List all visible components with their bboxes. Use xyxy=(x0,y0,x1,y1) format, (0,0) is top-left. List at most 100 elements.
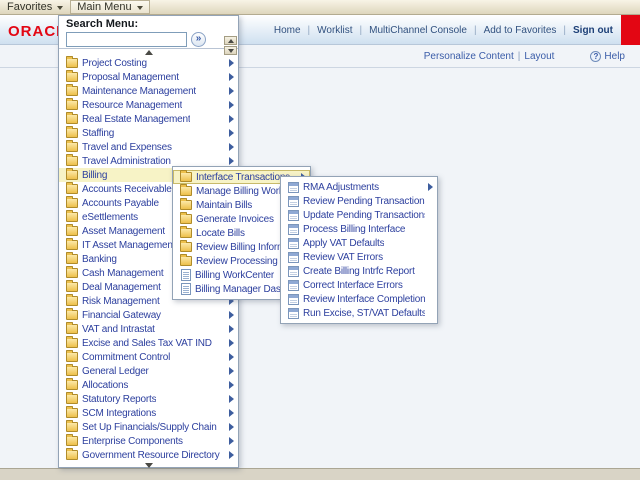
page-icon xyxy=(288,182,299,193)
menu-item-proposal-management[interactable]: Proposal Management xyxy=(59,70,238,84)
triangle-down-icon xyxy=(145,463,153,468)
menu-item-label: SCM Integrations xyxy=(82,408,156,419)
menu-scroll-up-button[interactable] xyxy=(224,36,237,45)
menu-item-label: Set Up Financials/Supply Chain xyxy=(82,422,217,433)
submenu-arrow-icon xyxy=(229,409,234,417)
submenu-arrow-icon xyxy=(229,381,234,389)
menu-item-label: Resource Management xyxy=(82,100,182,111)
folder-icon xyxy=(66,142,78,152)
menu-item-label: Create Billing Intrfc Report xyxy=(303,266,415,277)
favorites-menu[interactable]: Favorites xyxy=(0,0,70,14)
folder-icon xyxy=(180,242,192,252)
menu-item-review-vat-errors[interactable]: Review VAT Errors xyxy=(281,250,437,264)
nav-worklist-link[interactable]: Worklist xyxy=(317,25,352,36)
menu-item-create-billing-intrfc-report[interactable]: Create Billing Intrfc Report xyxy=(281,264,437,278)
menu-item-label: Accounts Receivable xyxy=(82,184,172,195)
menu-item-label: Statutory Reports xyxy=(82,394,156,405)
favorites-menu-label: Favorites xyxy=(7,1,52,13)
search-menu-input[interactable] xyxy=(66,32,187,47)
menu-item-statutory-reports[interactable]: Statutory Reports xyxy=(59,392,238,406)
menu-scroll-up-indicator[interactable] xyxy=(59,49,238,56)
menu-item-label: Review Interface Completions xyxy=(303,294,425,305)
folder-icon xyxy=(66,450,78,460)
menu-item-general-ledger[interactable]: General Ledger xyxy=(59,364,238,378)
personalize-content-link[interactable]: Personalize Content xyxy=(424,51,514,62)
menu-item-vat-and-intrastat[interactable]: VAT and Intrastat xyxy=(59,322,238,336)
submenu-arrow-icon xyxy=(428,183,433,191)
submenu-arrow-icon xyxy=(229,143,234,151)
caret-down-icon xyxy=(137,6,143,10)
menu-item-apply-vat-defaults[interactable]: Apply VAT Defaults xyxy=(281,236,437,250)
main-menu[interactable]: Main Menu xyxy=(70,0,149,14)
menu-item-label: Maintenance Management xyxy=(82,86,196,97)
menu-item-project-costing[interactable]: Project Costing xyxy=(59,56,238,70)
personalize-group: Personalize Content|Layout xyxy=(424,51,555,62)
menu-item-label: Cash Management xyxy=(82,268,164,279)
menu-item-label: Government Resource Directory xyxy=(82,450,220,461)
search-go-button[interactable]: » xyxy=(191,32,206,47)
menu-item-rma-adjustments[interactable]: RMA Adjustments xyxy=(281,180,437,194)
sign-out-link[interactable]: Sign out xyxy=(573,25,613,36)
folder-icon xyxy=(66,310,78,320)
menu-item-staffing[interactable]: Staffing xyxy=(59,126,238,140)
menu-item-label: eSettlements xyxy=(82,212,138,223)
menu-item-review-pending-transactions[interactable]: Review Pending Transactions xyxy=(281,194,437,208)
help-link[interactable]: ? Help xyxy=(590,51,625,62)
menu-item-real-estate-management[interactable]: Real Estate Management xyxy=(59,112,238,126)
menu-item-update-pending-transactions[interactable]: Update Pending Transactions xyxy=(281,208,437,222)
folder-icon xyxy=(66,198,78,208)
nav-separator: | xyxy=(308,25,311,36)
menu-item-allocations[interactable]: Allocations xyxy=(59,378,238,392)
folder-icon xyxy=(180,186,192,196)
menu-item-enterprise-components[interactable]: Enterprise Components xyxy=(59,434,238,448)
menu-item-label: Real Estate Management xyxy=(82,114,190,125)
menu-item-label: Deal Management xyxy=(82,282,161,293)
folder-icon xyxy=(66,128,78,138)
menu-item-label: Generate Invoices xyxy=(196,214,274,225)
submenu-arrow-icon xyxy=(229,311,234,319)
menu-item-label: Financial Gateway xyxy=(82,310,161,321)
menu-scroll-down-indicator[interactable] xyxy=(59,462,238,469)
menu-item-commitment-control[interactable]: Commitment Control xyxy=(59,350,238,364)
menu-item-label: Locate Bills xyxy=(196,228,245,239)
menu-item-travel-and-expenses[interactable]: Travel and Expenses xyxy=(59,140,238,154)
menu-item-review-interface-completions[interactable]: Review Interface Completions xyxy=(281,292,437,306)
menu-item-label: Risk Management xyxy=(82,296,160,307)
submenu-arrow-icon xyxy=(229,101,234,109)
triangle-down-icon xyxy=(228,49,234,53)
nav-multichannel-console-link[interactable]: MultiChannel Console xyxy=(369,25,467,36)
folder-icon xyxy=(66,338,78,348)
menu-item-resource-management[interactable]: Resource Management xyxy=(59,98,238,112)
menu-item-label: Correct Interface Errors xyxy=(303,280,403,291)
folder-icon xyxy=(66,170,78,180)
nav-add-to-favorites-link[interactable]: Add to Favorites xyxy=(484,25,557,36)
page-icon xyxy=(288,252,299,263)
menu-item-correct-interface-errors[interactable]: Correct Interface Errors xyxy=(281,278,437,292)
menu-item-excise-and-sales-tax-vat-ind[interactable]: Excise and Sales Tax VAT IND xyxy=(59,336,238,350)
nav-home-link[interactable]: Home xyxy=(274,25,301,36)
menu-item-maintenance-management[interactable]: Maintenance Management xyxy=(59,84,238,98)
submenu-arrow-icon xyxy=(229,129,234,137)
menu-item-scm-integrations[interactable]: SCM Integrations xyxy=(59,406,238,420)
menu-item-label: Process Billing Interface xyxy=(303,224,405,235)
menu-bar: Favorites Main Menu xyxy=(0,0,640,15)
folder-icon xyxy=(180,214,192,224)
menu-item-financial-gateway[interactable]: Financial Gateway xyxy=(59,308,238,322)
menu-item-label: Commitment Control xyxy=(82,352,170,363)
page-icon xyxy=(288,224,299,235)
folder-icon xyxy=(66,324,78,334)
menu-item-government-resource-directory[interactable]: Government Resource Directory xyxy=(59,448,238,462)
menu-item-run-excise-st-vat-defaults[interactable]: Run Excise, ST/VAT Defaults xyxy=(281,306,437,320)
layout-link[interactable]: Layout xyxy=(524,51,554,62)
submenu-arrow-icon xyxy=(229,325,234,333)
menu-item-label: Update Pending Transactions xyxy=(303,210,425,221)
page-icon xyxy=(288,308,299,319)
menu-item-set-up-financials-supply-chain[interactable]: Set Up Financials/Supply Chain xyxy=(59,420,238,434)
menu-item-label: Maintain Bills xyxy=(196,200,252,211)
menu-item-process-billing-interface[interactable]: Process Billing Interface xyxy=(281,222,437,236)
menu-item-label: General Ledger xyxy=(82,366,149,377)
page-icon xyxy=(288,280,299,291)
submenu-arrow-icon xyxy=(229,87,234,95)
menu-item-label: Review Pending Transactions xyxy=(303,196,425,207)
menu-scroll-down-button[interactable] xyxy=(224,46,237,55)
